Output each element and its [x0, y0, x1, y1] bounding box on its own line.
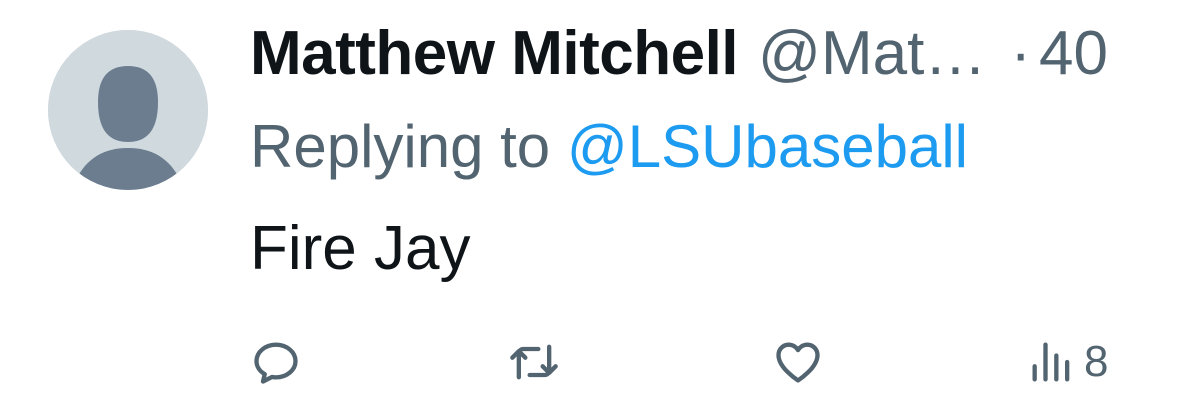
tweet-header: Matthew Mitchell @Mat… · 40: [250, 18, 1108, 90]
avatar[interactable]: [48, 30, 208, 190]
display-name[interactable]: Matthew Mitchell: [250, 18, 739, 90]
like-button[interactable]: [772, 332, 824, 392]
reply-icon: [254, 342, 298, 384]
replying-to: Replying to @LSUbaseball: [250, 112, 968, 182]
default-profile-icon: [48, 30, 208, 190]
replying-to-label: Replying to: [250, 113, 551, 180]
user-handle[interactable]: @Mat…: [758, 18, 986, 90]
replying-to-mention[interactable]: @LSUbaseball: [567, 113, 968, 180]
separator-dot: ·: [1010, 19, 1031, 88]
action-bar: 8: [250, 332, 1130, 392]
retweet-button[interactable]: [508, 332, 560, 392]
timestamp[interactable]: 40: [1039, 18, 1108, 90]
views-count: 8: [1084, 337, 1109, 386]
tweet-text: Fire Jay: [250, 214, 471, 283]
reply-button[interactable]: [250, 332, 302, 392]
views-button[interactable]: 8: [1026, 332, 1108, 392]
heart-icon: [776, 342, 820, 383]
retweet-icon: [510, 344, 558, 380]
views-icon: [1032, 342, 1070, 382]
